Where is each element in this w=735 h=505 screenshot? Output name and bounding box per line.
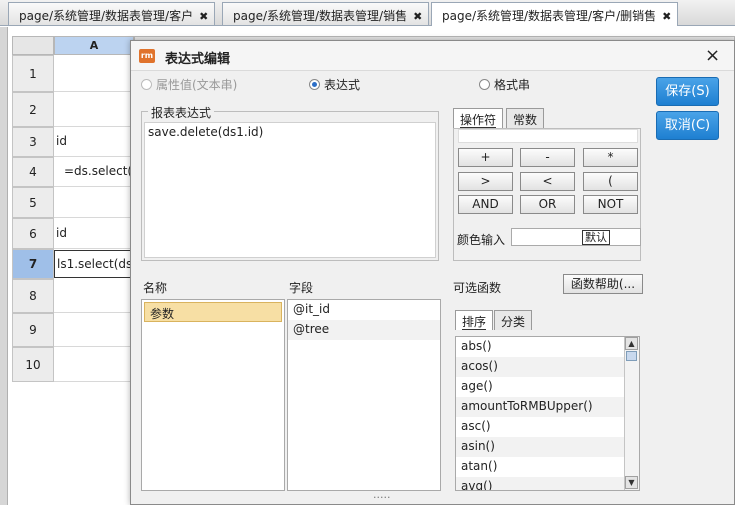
operator-not-button[interactable]: NOT [583,195,638,214]
expression-group-label: 报表表达式 [148,104,215,121]
expression-textarea[interactable]: save.delete(ds1.id) [144,122,436,258]
close-tab-icon[interactable]: ✖ [199,10,208,23]
tab-label: 操作符 [460,113,497,128]
name-list: 参数 [141,299,285,491]
cell-a5[interactable] [54,187,134,218]
list-item[interactable]: 参数 [144,302,282,322]
document-tab-sales[interactable]: page/系统管理/数据表管理/销售 ✖ [222,2,430,25]
cell-a7-selected[interactable]: ls1.select(ds1 [54,250,134,278]
row-header[interactable]: 2 [12,92,54,127]
tab-label: 常数 [513,113,538,127]
save-button[interactable]: 保存(S) [656,77,719,106]
operator-paren-button[interactable]: ( [583,172,638,191]
tab-operators[interactable]: 操作符 [453,108,504,128]
radio-label: 属性值(文本串) [156,78,238,92]
tab-label: page/系统管理/数据表管理/销售 [233,9,408,23]
list-item[interactable]: avg() [456,477,639,490]
radio-expression[interactable]: 表达式 [309,76,360,93]
row-header[interactable]: 1 [12,55,54,92]
color-input-field[interactable]: 默认 [511,228,641,246]
list-item[interactable]: acos() [456,357,639,377]
document-tab-customer[interactable]: page/系统管理/数据表管理/客户 ✖ [8,2,216,25]
operators-panel: + - * > < ( AND OR NOT 颜色输入 默认 [453,128,641,261]
operator-greater-button[interactable]: > [458,172,513,191]
cell-a1[interactable] [54,55,134,92]
list-item[interactable]: @tree [288,320,440,340]
operator-minus-button[interactable]: - [520,148,575,167]
close-tab-icon[interactable]: ✖ [413,10,422,23]
close-tab-icon[interactable]: ✖ [662,10,671,23]
tab-category[interactable]: 分类 [494,310,533,330]
row-header[interactable]: 6 [12,218,54,249]
operator-less-button[interactable]: < [520,172,575,191]
list-item[interactable]: asin() [456,437,639,457]
field-list: @it_id @tree [287,299,441,491]
scroll-thumb[interactable] [626,351,637,361]
color-default-value: 默认 [582,230,610,245]
expression-group: 报表表达式 save.delete(ds1.id) [141,104,439,261]
vertical-scrollbar[interactable]: ▲ ▼ [624,337,639,490]
scroll-down-icon[interactable]: ▼ [625,476,638,489]
document-tab-delete-sales[interactable]: page/系统管理/数据表管理/客户/删销售 ✖ [431,2,679,26]
radio-label: 表达式 [324,78,361,92]
list-item[interactable]: atan() [456,457,639,477]
operator-and-button[interactable]: AND [458,195,513,214]
cell-a2[interactable] [54,92,134,127]
dialog-title: 表达式编辑 [165,52,231,67]
operator-or-button[interactable]: OR [520,195,575,214]
function-list: abs() acos() age() amountToRMBUpper() as… [455,336,640,491]
radio-label: 格式串 [494,78,531,92]
tab-label: page/系统管理/数据表管理/客户/删销售 [442,9,657,23]
tab-label: page/系统管理/数据表管理/客户 [19,9,194,23]
operator-multiply-button[interactable]: * [583,148,638,167]
color-input-label: 颜色输入 [457,233,506,247]
cancel-button[interactable]: 取消(C) [656,111,719,140]
list-item[interactable]: age() [456,377,639,397]
tab-label: 分类 [501,315,526,329]
tab-sort[interactable]: 排序 [455,310,494,330]
operator-plus-button[interactable]: + [458,148,513,167]
sheet-corner[interactable] [12,36,54,55]
document-tab-bar: page/系统管理/数据表管理/客户 ✖ page/系统管理/数据表管理/销售 ✖ … [0,0,735,26]
radio-format[interactable]: 格式串 [479,76,530,93]
tab-label: 排序 [462,315,487,330]
row-header-selected[interactable]: 7 [12,249,54,279]
row-header[interactable]: 8 [12,279,54,313]
close-icon[interactable]: × [705,45,720,66]
cell-a3[interactable]: id [54,127,134,157]
radio-checked-icon [309,79,320,90]
name-header: 名称 [143,281,168,295]
list-item[interactable]: @it_id [288,300,440,320]
function-help-button[interactable]: 函数帮助(... [563,274,643,294]
operator-input[interactable] [458,129,638,143]
row-header[interactable]: 10 [12,347,54,382]
row-header[interactable]: 3 [12,127,54,157]
cell-a6[interactable]: id [54,218,134,249]
radio-circle-icon [141,79,152,90]
scroll-up-icon[interactable]: ▲ [625,337,638,350]
cell-a4[interactable]: =ds.select( [54,157,134,187]
app-logo-icon: rm [139,49,155,63]
column-header-a[interactable]: A [54,36,134,55]
list-item[interactable]: asc() [456,417,639,437]
list-item[interactable]: abs() [456,337,639,357]
row-header[interactable]: 9 [12,313,54,347]
radio-attribute[interactable]: 属性值(文本串) [141,76,237,93]
list-item[interactable]: amountToRMBUpper() [456,397,639,417]
cell-a9[interactable] [54,313,134,347]
cell-a10[interactable] [54,347,134,382]
left-resize-strip[interactable] [0,27,8,505]
radio-circle-icon [479,79,490,90]
dialog-titlebar[interactable]: rm 表达式编辑 × [131,41,734,71]
cell-a8[interactable] [54,279,134,313]
field-header: 字段 [289,281,314,295]
tab-constants[interactable]: 常数 [506,108,545,128]
expression-editor-dialog: rm 表达式编辑 × 属性值(文本串) 表达式 格式串 报表表达式 save.d… [130,40,735,505]
resize-grip-icon[interactable]: ····· [373,491,390,504]
row-header[interactable]: 4 [12,157,54,187]
row-header[interactable]: 5 [12,187,54,218]
function-label: 可选函数 [453,281,502,295]
